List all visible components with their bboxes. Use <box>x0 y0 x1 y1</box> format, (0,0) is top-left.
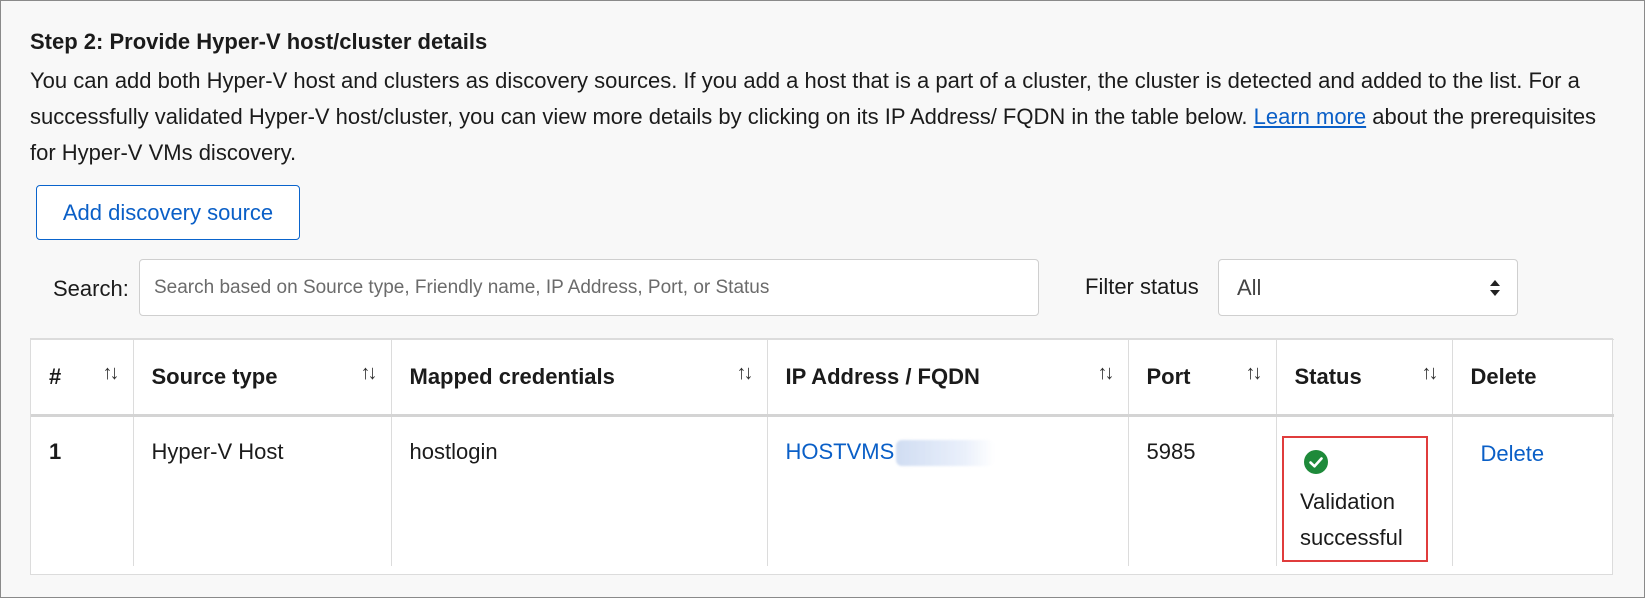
sort-icon[interactable]: ↑↓ <box>361 362 378 385</box>
status-text: Validation successful <box>1300 489 1403 550</box>
column-header-ip-fqdn[interactable]: IP Address / FQDN ↑↓ <box>767 339 1129 417</box>
sort-icon[interactable]: ↑↓ <box>1422 362 1439 385</box>
column-header-status[interactable]: Status ↑↓ <box>1276 339 1453 417</box>
sort-icon[interactable]: ↑↓ <box>1246 362 1263 385</box>
filter-status-select[interactable]: All <box>1218 259 1518 316</box>
select-arrows-icon <box>1490 280 1500 296</box>
column-header-source-type[interactable]: Source type ↑↓ <box>133 339 392 417</box>
search-label: Search: <box>53 276 129 301</box>
column-header-port[interactable]: Port ↑↓ <box>1128 339 1277 417</box>
status-highlight-box: Validation successful <box>1282 436 1428 562</box>
sort-icon[interactable]: ↑↓ <box>103 362 120 385</box>
cell-delete: Delete <box>1452 416 1614 566</box>
table-header-row: # ↑↓ Source type ↑↓ Mapped credentials ↑↓ I… <box>31 339 1614 417</box>
cell-ip-fqdn: HOSTVMS <box>767 415 1129 566</box>
learn-more-link[interactable]: Learn more <box>1254 104 1367 129</box>
section-description: You can add both Hyper-V host and cluste… <box>30 63 1620 171</box>
column-header-delete: Delete <box>1452 339 1614 417</box>
cell-mapped-credentials: hostlogin <box>391 415 768 566</box>
success-check-icon <box>1304 450 1328 474</box>
search-input[interactable] <box>139 259 1039 316</box>
column-header-num[interactable]: # ↑↓ <box>31 339 134 417</box>
redacted-blur <box>896 440 995 467</box>
cell-num: 1 <box>31 415 134 566</box>
filter-status-label: Filter status <box>1085 274 1199 299</box>
ip-fqdn-link[interactable]: HOSTVMS <box>786 439 895 464</box>
page-frame: Step 2: Provide Hyper-V host/cluster det… <box>0 0 1645 598</box>
sort-icon[interactable]: ↑↓ <box>1098 362 1115 385</box>
cell-source-type: Hyper-V Host <box>133 415 392 566</box>
filter-status-value: All <box>1237 274 1262 300</box>
sort-icon[interactable]: ↑↓ <box>737 362 754 385</box>
section-heading: Step 2: Provide Hyper-V host/cluster det… <box>30 29 488 54</box>
column-header-mapped-credentials[interactable]: Mapped credentials ↑↓ <box>391 339 768 417</box>
delete-link[interactable]: Delete <box>1481 441 1545 466</box>
add-discovery-source-button[interactable]: Add discovery source <box>36 185 300 240</box>
cell-port: 5985 <box>1128 415 1277 566</box>
